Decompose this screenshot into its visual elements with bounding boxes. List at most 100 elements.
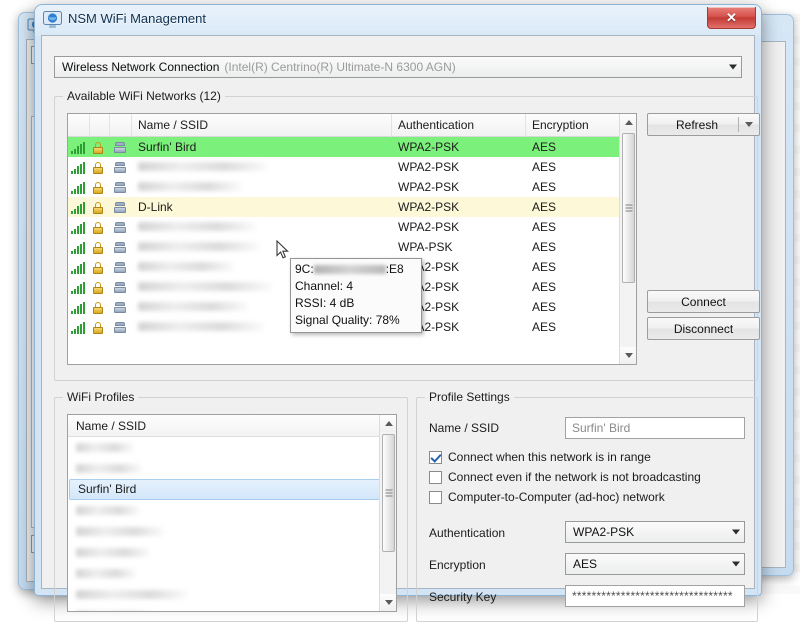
disconnect-button[interactable]: Disconnect (647, 317, 760, 340)
signal-strength-icon (68, 197, 90, 217)
name-ssid-input[interactable]: Surfin' Bird (565, 417, 745, 439)
profiles-column-ssid[interactable]: Name / SSID (68, 415, 396, 437)
access-point-icon (110, 137, 132, 157)
blurred-ssid (138, 162, 268, 171)
table-row[interactable]: WPA2-PSK AES (68, 217, 636, 237)
close-icon: ✕ (726, 9, 737, 25)
table-row[interactable]: WPA2-PSK AES (68, 157, 636, 177)
list-item[interactable] (68, 437, 396, 458)
checkbox-connect-in-range[interactable]: Connect when this network is in range (429, 450, 651, 464)
column-signal[interactable] (68, 114, 90, 137)
list-item[interactable] (68, 500, 396, 521)
monitor-icon (43, 11, 62, 28)
networks-scroll-thumb[interactable] (622, 133, 635, 283)
scroll-down-icon[interactable] (620, 347, 636, 364)
chevron-down-icon (732, 561, 740, 567)
dialog-client-area: Wireless Network Connection (Intel(R) Ce… (41, 35, 760, 622)
column-security[interactable] (90, 114, 110, 137)
access-point-icon (110, 157, 132, 177)
tooltip-signal-quality: Signal Quality: 78% (295, 313, 400, 327)
networks-list-header: Name / SSID Authentication Encryption (68, 114, 636, 137)
name-ssid-label: Name / SSID (429, 421, 500, 435)
blurred-profile-name (76, 443, 134, 452)
list-item[interactable]: Surfin' Bird (69, 479, 395, 500)
access-point-icon (110, 237, 132, 257)
blurred-profile-name (76, 569, 136, 578)
network-ssid (132, 177, 392, 197)
network-ssid (132, 157, 392, 177)
profiles-scrollbar[interactable] (379, 415, 396, 611)
network-ssid (132, 237, 392, 257)
checkbox-ad-hoc[interactable]: Computer-to-Computer (ad-hoc) network (429, 490, 665, 504)
list-item[interactable] (68, 521, 396, 542)
column-ssid[interactable]: Name / SSID (132, 114, 392, 137)
network-authentication: WPA2-PSK (398, 160, 460, 174)
blurred-ssid (138, 302, 248, 311)
column-ap[interactable] (110, 114, 132, 137)
chevron-down-icon[interactable] (739, 122, 759, 127)
lock-icon (90, 137, 110, 157)
profiles-list[interactable]: Name / SSID Surfin' Bird (67, 414, 397, 612)
signal-strength-icon (68, 157, 90, 177)
available-networks-label: Available WiFi Networks (12) (63, 89, 225, 103)
lock-icon (90, 177, 110, 197)
authentication-select[interactable]: WPA2-PSK (565, 521, 745, 543)
blurred-ssid (138, 262, 234, 271)
network-ssid (132, 217, 392, 237)
list-item[interactable] (68, 458, 396, 479)
list-item[interactable] (68, 542, 396, 563)
refresh-button[interactable]: Refresh (647, 113, 760, 136)
tooltip-mac: 9C::E8 (295, 261, 417, 278)
table-row[interactable]: WPA2-PSK AES (68, 177, 636, 197)
table-row[interactable]: D-Link WPA2-PSK AES (68, 197, 636, 217)
grip-icon (625, 203, 632, 214)
profiles-scroll-thumb[interactable] (382, 434, 395, 552)
signal-strength-icon (68, 277, 90, 297)
table-row[interactable]: WPA-PSK AES (68, 237, 636, 257)
checkbox-icon[interactable] (429, 450, 442, 464)
list-item[interactable] (68, 563, 396, 584)
blurred-ssid (138, 182, 242, 191)
encryption-label: Encryption (429, 558, 486, 572)
blurred-profile-name (76, 464, 142, 473)
access-point-icon (110, 217, 132, 237)
encryption-select[interactable]: AES (565, 553, 745, 575)
title-bar[interactable]: NSM WiFi Management ✕ (35, 5, 761, 35)
chevron-down-icon (729, 64, 737, 70)
checkbox-icon[interactable] (429, 470, 442, 484)
connect-button[interactable]: Connect (647, 290, 760, 313)
blurred-profile-name (76, 611, 156, 612)
checkbox-connect-not-broadcasting[interactable]: Connect even if the network is not broad… (429, 470, 701, 484)
scroll-up-icon[interactable] (620, 114, 636, 131)
lock-icon (90, 237, 110, 257)
signal-strength-icon (68, 237, 90, 257)
signal-strength-icon (68, 217, 90, 237)
checkbox-label: Connect when this network is in range (448, 450, 651, 464)
network-ssid: D-Link (138, 200, 173, 214)
close-button[interactable]: ✕ (707, 7, 756, 29)
tooltip-channel: Channel: 4 (295, 279, 354, 293)
adapter-select[interactable]: Wireless Network Connection (Intel(R) Ce… (54, 56, 742, 78)
screen: P N e NSM WiFi Management ✕ (0, 0, 800, 622)
blurred-profile-name (76, 548, 150, 557)
tooltip-mac-prefix: 9C: (295, 262, 314, 276)
encryption-value: AES (573, 557, 598, 571)
table-row[interactable]: Surfin' Bird WPA2-PSK AES (68, 137, 636, 157)
security-key-input[interactable]: ********************************* (565, 585, 745, 607)
chevron-down-icon (732, 529, 740, 535)
list-item[interactable] (68, 584, 396, 605)
scroll-down-icon[interactable] (380, 594, 396, 611)
scroll-up-icon[interactable] (380, 415, 396, 432)
profile-settings-label: Profile Settings (425, 390, 514, 404)
lock-icon (90, 257, 110, 277)
lock-icon (90, 317, 110, 337)
checkbox-icon[interactable] (429, 490, 442, 504)
list-item[interactable] (68, 605, 396, 612)
column-auth[interactable]: Authentication (392, 114, 526, 137)
network-authentication: WPA2-PSK (398, 220, 460, 234)
tooltip-rssi: RSSI: 4 dB (295, 296, 355, 310)
network-authentication: WPA2-PSK (398, 200, 460, 214)
network-authentication: WPA-PSK (398, 240, 453, 254)
networks-scrollbar[interactable] (619, 114, 636, 364)
mouse-cursor-icon (276, 240, 289, 259)
